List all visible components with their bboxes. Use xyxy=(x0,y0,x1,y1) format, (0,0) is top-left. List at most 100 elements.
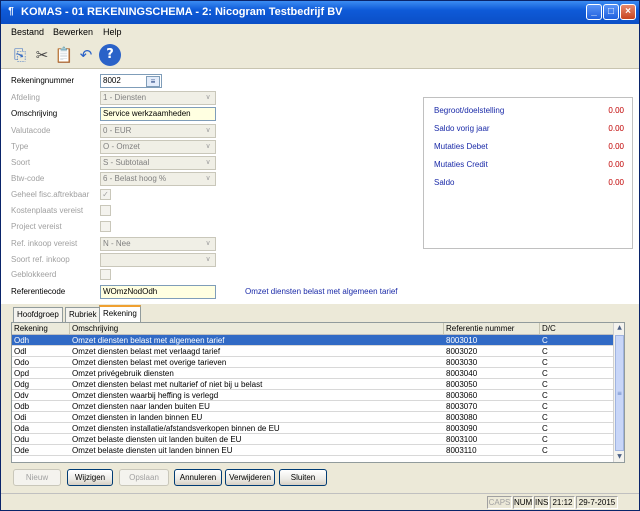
cell-omschrijving: Omzet diensten belast met algemeen tarie… xyxy=(72,336,225,345)
cell-dc: C xyxy=(542,347,548,356)
chevron-down-icon: ∨ xyxy=(205,175,211,182)
maximize-button[interactable]: □ xyxy=(603,4,619,20)
table-row[interactable]: Oda Omzet diensten installatie/afstandsv… xyxy=(12,423,614,434)
btwcode-select[interactable]: 6 - Belast hoog % ∨ xyxy=(100,172,216,186)
btwcode-value: 6 - Belast hoog % xyxy=(103,174,167,183)
scroll-up-icon[interactable]: ▲ xyxy=(614,323,624,333)
project-checkbox[interactable] xyxy=(100,221,111,232)
cell-referentie: 8003010 xyxy=(446,336,478,345)
copy-icon[interactable]: ⎘ xyxy=(9,44,31,66)
column-rekening[interactable]: Rekening xyxy=(12,323,70,335)
valutacode-value: 0 - EUR xyxy=(103,126,132,135)
cell-dc: C xyxy=(542,435,548,444)
table-row[interactable]: Odi Omzet diensten in landen binnen EU 8… xyxy=(12,412,614,423)
new-button[interactable]: Nieuw xyxy=(13,469,61,486)
cell-rekening: Odh xyxy=(14,336,30,345)
column-referentie-nummer[interactable]: Referentie nummer xyxy=(444,323,540,335)
summary-label: Saldo vorig jaar xyxy=(434,124,490,133)
summary-label: Mutaties Credit xyxy=(434,160,488,169)
cancel-button[interactable]: Annuleren xyxy=(174,469,222,486)
afdeling-select[interactable]: 1 - Diensten ∨ xyxy=(100,91,216,105)
label-rekeningnummer: Rekeningnummer xyxy=(11,76,75,85)
menu-bewerken[interactable]: Bewerken xyxy=(53,27,93,37)
cell-omschrijving: Omzet diensten waarbij heffing is verleg… xyxy=(72,391,219,400)
geheel-fisc-checkbox[interactable]: ✓ xyxy=(100,189,111,200)
cell-referentie: 8003070 xyxy=(446,402,478,411)
kostenplaats-checkbox[interactable] xyxy=(100,205,111,216)
summary-value: 0.00 xyxy=(608,106,624,115)
table-row[interactable]: Odh Omzet diensten belast met algemeen t… xyxy=(12,335,614,346)
cell-omschrijving: Omzet diensten belast met verlaagd tarie… xyxy=(72,347,221,356)
cut-icon[interactable]: ✂ xyxy=(31,44,53,66)
menu-bestand[interactable]: Bestand xyxy=(11,27,44,37)
cell-rekening: Odv xyxy=(14,391,29,400)
column-omschrijving[interactable]: Omschrijving xyxy=(70,323,444,335)
summary-row: Mutaties Credit 0.00 xyxy=(434,160,624,169)
ref-inkoop-select[interactable]: N - Nee ∨ xyxy=(100,237,216,251)
soort-select[interactable]: S - Subtotaal ∨ xyxy=(100,156,216,170)
soort-ref-inkoop-select[interactable]: ∨ xyxy=(100,253,216,267)
label-kostenplaats: Kostenplaats vereist xyxy=(11,206,84,215)
rekeningnummer-value: 8002 xyxy=(103,76,121,85)
type-select[interactable]: O - Omzet ∨ xyxy=(100,140,216,154)
label-geheel-fisc: Geheel fisc.aftrekbaar xyxy=(11,190,90,199)
help-icon[interactable]: ? xyxy=(99,44,121,66)
cell-rekening: Odi xyxy=(14,413,27,422)
cell-rekening: Odb xyxy=(14,402,30,411)
cell-rekening: Oda xyxy=(14,424,30,433)
button-bar: Nieuw Wijzigen Opslaan Annuleren Verwijd… xyxy=(1,463,639,493)
table-row[interactable]: Odg Omzet diensten belast met nultarief … xyxy=(12,379,614,390)
scroll-down-icon[interactable]: ▼ xyxy=(614,452,624,462)
undo-icon[interactable]: ↶ xyxy=(75,44,97,66)
scrollbar-thumb[interactable]: ≡ xyxy=(615,335,624,451)
label-soort-ref-inkoop: Soort ref. inkoop xyxy=(11,255,70,264)
summary-value: 0.00 xyxy=(608,142,624,151)
table-row[interactable]: Odl Omzet diensten belast met verlaagd t… xyxy=(12,346,614,357)
table-row[interactable]: Ode Omzet belaste diensten uit landen bi… xyxy=(12,445,614,456)
cell-referentie: 8003030 xyxy=(446,358,478,367)
tab-rubriek[interactable]: Rubriek xyxy=(65,307,101,322)
summary-value: 0.00 xyxy=(608,178,624,187)
geblokkeerd-checkbox[interactable] xyxy=(100,269,111,280)
close-button[interactable]: × xyxy=(620,4,636,20)
table-row[interactable]: Odv Omzet diensten waarbij heffing is ve… xyxy=(12,390,614,401)
delete-button[interactable]: Verwijderen xyxy=(225,469,275,486)
menu-help[interactable]: Help xyxy=(103,27,122,37)
minimize-button[interactable]: _ xyxy=(586,4,602,20)
vertical-scrollbar[interactable]: ▲ ≡ ▼ xyxy=(613,323,624,462)
account-form: Rekeningnummer 8002 ≡ Afdeling 1 - Diens… xyxy=(1,69,639,304)
cell-omschrijving: Omzet diensten installatie/afstandsverko… xyxy=(72,424,280,433)
summary-value: 0.00 xyxy=(608,160,624,169)
label-referentiecode: Referentiecode xyxy=(11,287,66,296)
table-row[interactable]: Odo Omzet diensten belast met overige ta… xyxy=(12,357,614,368)
chevron-down-icon: ∨ xyxy=(205,256,211,263)
table-row[interactable]: Opd Omzet privégebruik diensten 8003040 … xyxy=(12,368,614,379)
cell-dc: C xyxy=(542,424,548,433)
paste-icon[interactable]: 📋 xyxy=(53,44,75,66)
cell-dc: C xyxy=(542,369,548,378)
summary-row: Begroot/doelstelling 0.00 xyxy=(434,106,624,115)
menu-bar: Bestand Bewerken Help xyxy=(1,24,639,41)
valutacode-select[interactable]: 0 - EUR ∨ xyxy=(100,124,216,138)
label-geblokkeerd: Geblokkeerd xyxy=(11,270,57,279)
table-row[interactable]: Odu Omzet belaste diensten uit landen bu… xyxy=(12,434,614,445)
close-window-button[interactable]: Sluiten xyxy=(279,469,327,486)
cell-omschrijving: Omzet diensten belast met overige tariev… xyxy=(72,358,227,367)
ref-inkoop-value: N - Nee xyxy=(103,239,131,248)
chevron-down-icon: ∨ xyxy=(205,143,211,150)
edit-button[interactable]: Wijzigen xyxy=(67,469,113,486)
cell-omschrijving: Omzet privégebruik diensten xyxy=(72,369,174,378)
rekeningnummer-field[interactable]: 8002 ≡ xyxy=(100,74,162,88)
app-icon[interactable]: ¶ xyxy=(5,6,17,18)
tab-rekening[interactable]: Rekening xyxy=(99,305,141,323)
app-window: ¶ KOMAS - 01 REKENINGSCHEMA - 2: Nicogra… xyxy=(0,0,640,511)
omschrijving-field[interactable]: Service werkzaamheden xyxy=(100,107,216,121)
cell-omschrijving: Omzet diensten in landen binnen EU xyxy=(72,413,203,422)
list-icon[interactable]: ≡ xyxy=(146,76,160,87)
column-dc[interactable]: D/C xyxy=(540,323,614,335)
tab-hoofdgroep[interactable]: Hoofdgroep xyxy=(13,307,63,322)
save-button[interactable]: Opslaan xyxy=(119,469,169,486)
referentiecode-field[interactable]: WOmzNodOdh xyxy=(100,285,216,299)
table-row[interactable]: Odb Omzet diensten naar landen buiten EU… xyxy=(12,401,614,412)
cell-omschrijving: Omzet belaste diensten uit landen buiten… xyxy=(72,435,242,444)
